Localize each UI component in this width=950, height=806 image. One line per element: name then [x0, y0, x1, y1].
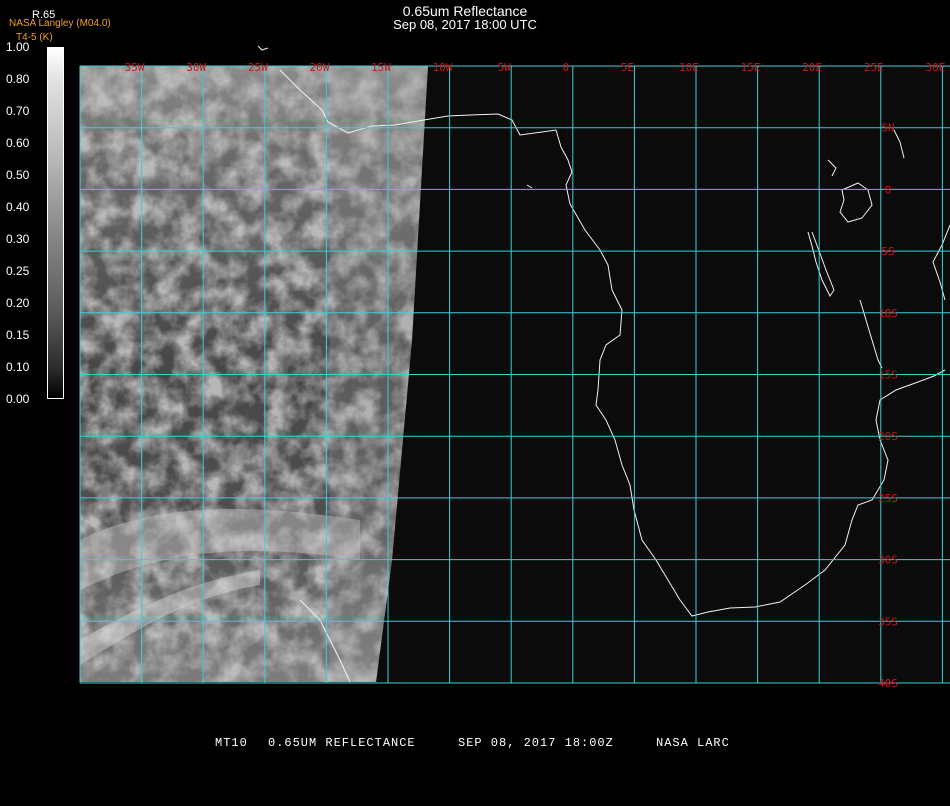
- longitude-label: 20E: [802, 61, 822, 74]
- longitude-label: 30W: [186, 61, 206, 74]
- longitude-label: 15W: [371, 61, 391, 74]
- latitude-label: 35S: [878, 615, 898, 628]
- footer-date: SEP 08, 2017 18:00Z: [458, 736, 614, 750]
- satellite-map: 35W 30W 25W 20W 15W 10W 5W 0 5E 10E 15E 20E 25E 30E 35…: [79, 45, 950, 690]
- latitude-label: 5S: [881, 245, 894, 258]
- longitude-label: 10E: [679, 61, 699, 74]
- longitude-label: 35W: [125, 61, 145, 74]
- latitude-label: 0: [885, 183, 892, 196]
- latitude-label: 15S: [878, 369, 898, 382]
- longitude-label: 25E: [864, 61, 884, 74]
- longitude-label: 30E: [925, 61, 945, 74]
- latitude-label: 20S: [878, 430, 898, 443]
- latitude-label: 5N: [881, 122, 894, 135]
- longitude-label: 20W: [309, 61, 329, 74]
- footer-product: 0.65UM REFLECTANCE: [268, 736, 416, 750]
- latitude-label: 10S: [878, 307, 898, 320]
- latitude-label: 25S: [878, 492, 898, 505]
- footer-source: NASA LARC: [656, 736, 730, 750]
- latitude-label: 30S: [878, 554, 898, 567]
- footer-sensor: MT10: [215, 736, 248, 750]
- longitude-label: 0: [562, 61, 569, 74]
- longitude-label: 5W: [498, 61, 512, 74]
- longitude-label: 15E: [741, 61, 761, 74]
- longitude-label: 10W: [433, 61, 453, 74]
- latitude-label: 40S: [878, 677, 898, 690]
- footer-bar: MT10 0.65UM REFLECTANCE SEP 08, 2017 18:…: [0, 736, 950, 750]
- longitude-label: 25W: [248, 61, 268, 74]
- longitude-label: 5E: [621, 61, 634, 74]
